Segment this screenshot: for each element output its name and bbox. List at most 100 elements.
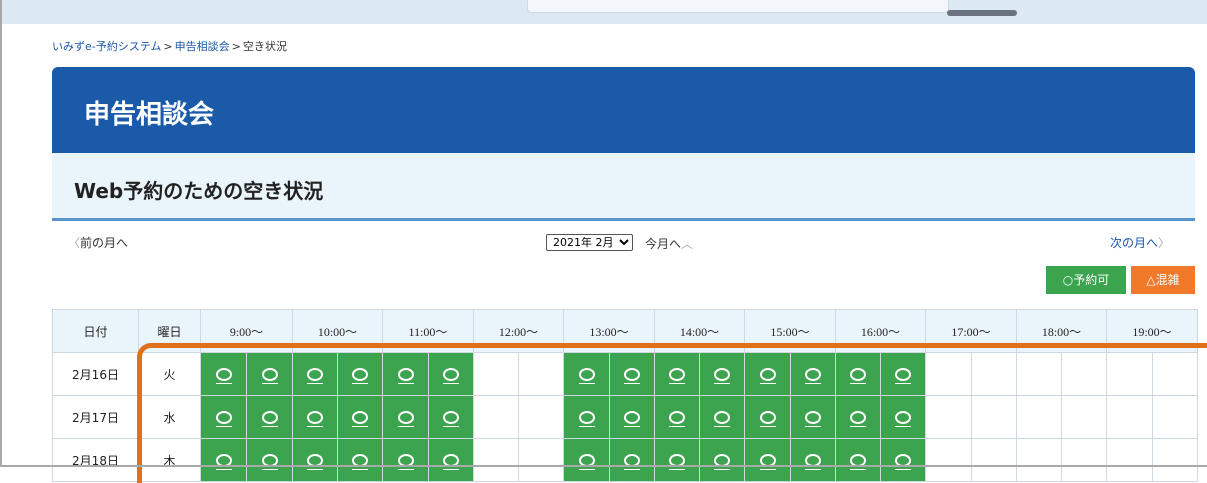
available-circle-icon [759,411,776,427]
slot-available[interactable] [744,395,791,439]
available-circle-icon [624,411,640,427]
date-cell: 2月17日 [52,395,139,439]
slot-available[interactable] [790,352,836,396]
time-header: 14:00～ [654,309,745,353]
available-circle-icon [397,411,414,427]
slot-empty [925,395,972,439]
slot-available[interactable] [835,395,881,439]
available-circle-icon [669,411,685,427]
slot-empty [1061,438,1107,482]
slot-available[interactable] [292,438,338,482]
slot-available[interactable] [609,352,655,396]
top-tab-indicator [947,10,1017,16]
available-circle-icon [261,411,278,427]
slot-empty [925,438,972,482]
slot-available[interactable] [744,438,791,482]
table-row: 2月17日水 [52,395,1198,439]
weekday-cell: 木 [138,438,201,482]
available-circle-icon [578,368,595,384]
slot-available[interactable] [699,352,745,396]
availability-table: 日付 曜日 9:00～ 10:00～ 11:00～ 12:00～ 13:00～ … [52,309,1198,482]
slot-empty [971,352,1017,396]
available-circle-icon [578,411,595,427]
breadcrumb-category-link[interactable]: 申告相談会 [175,40,230,53]
slot-available[interactable] [790,395,836,439]
slot-available[interactable] [563,352,610,396]
slot-available[interactable] [609,438,655,482]
slot-available[interactable] [880,395,926,439]
slot-available[interactable] [609,395,655,439]
slot-empty [971,395,1017,439]
slot-available[interactable] [246,352,293,396]
time-header: 9:00～ [200,309,293,353]
time-header: 10:00～ [292,309,383,353]
slot-empty [518,438,564,482]
slot-available[interactable] [337,352,383,396]
slot-empty [1016,395,1062,439]
available-circle-icon [307,411,323,427]
slot-available[interactable] [382,395,429,439]
slot-available[interactable] [835,352,881,396]
available-circle-icon [669,368,685,384]
slot-empty [925,352,972,396]
slot-available[interactable] [699,395,745,439]
available-circle-icon [307,368,323,384]
slot-available[interactable] [654,395,700,439]
slot-empty [473,352,519,396]
slot-available[interactable] [880,438,926,482]
slot-available[interactable] [654,438,700,482]
section-header: Web予約のための空き状況 [52,153,1195,221]
slot-available[interactable] [428,438,474,482]
slot-available[interactable] [246,438,293,482]
slot-available[interactable] [292,352,338,396]
slot-available[interactable] [382,438,429,482]
slot-available[interactable] [337,438,383,482]
time-header: 12:00～ [473,309,564,353]
slot-available[interactable] [246,395,293,439]
chevron-left-icon: 〈 [68,236,81,250]
available-circle-icon [261,368,278,384]
slot-empty [1152,395,1198,439]
slot-available[interactable] [382,352,429,396]
slot-available[interactable] [744,352,791,396]
slot-empty [518,352,564,396]
weekday-header: 曜日 [138,309,201,353]
slot-available[interactable] [563,395,610,439]
month-select[interactable]: 2021年 2月 [546,234,633,251]
slot-available[interactable] [200,352,247,396]
time-header: 11:00～ [382,309,474,353]
breadcrumb-separator: > [231,40,241,53]
slot-available[interactable] [835,438,881,482]
top-bar [2,0,1207,24]
weekday-cell: 水 [138,395,201,439]
top-search-field[interactable] [527,0,949,13]
breadcrumb-home-link[interactable]: いみずe-予約システム [52,40,161,53]
available-circle-icon [805,368,821,384]
slot-available[interactable] [790,438,836,482]
section-title: Web予約のための空き状況 [74,179,324,203]
slot-available[interactable] [880,352,926,396]
time-header: 13:00～ [563,309,655,353]
chevron-up-icon: ︿ [681,237,694,251]
available-circle-icon [850,411,866,427]
time-header: 16:00～ [835,309,926,353]
slot-empty [1016,352,1062,396]
slot-empty [1152,438,1198,482]
slot-available[interactable] [200,438,247,482]
date-cell: 2月16日 [52,352,139,396]
slot-available[interactable] [428,352,474,396]
this-month-link[interactable]: 今月へ︿ [645,235,693,252]
legend-busy: △混雑 [1131,266,1195,294]
slot-available[interactable] [699,438,745,482]
slot-available[interactable] [563,438,610,482]
time-header: 19:00～ [1106,309,1198,353]
slot-available[interactable] [654,352,700,396]
next-month-link[interactable]: 次の月へ〉 [1110,234,1170,251]
prev-month-link[interactable]: 〈前の月へ [68,234,128,251]
slot-available[interactable] [337,395,383,439]
next-month-label: 次の月へ [1110,236,1159,250]
slot-available[interactable] [200,395,247,439]
slot-available[interactable] [292,395,338,439]
slot-empty [473,438,519,482]
slot-available[interactable] [428,395,474,439]
